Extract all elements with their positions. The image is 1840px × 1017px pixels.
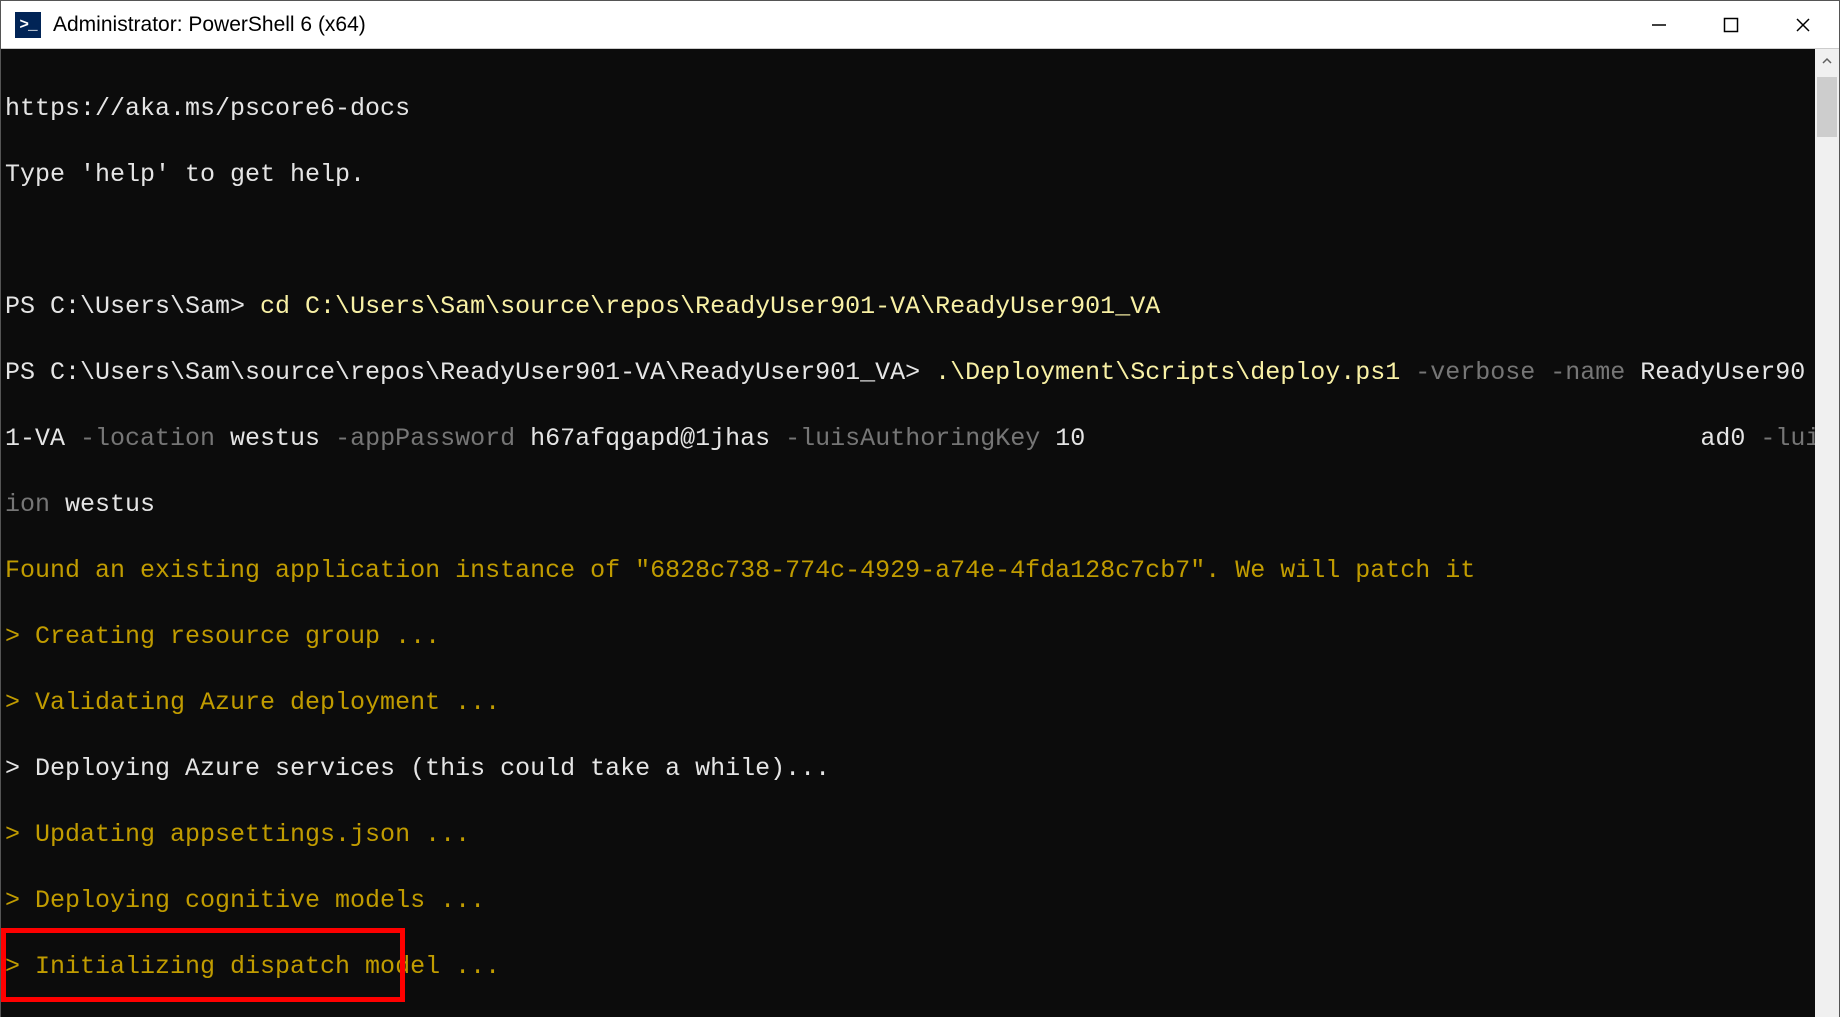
titlebar[interactable]: >_ Administrator: PowerShell 6 (x64) <box>1 1 1839 49</box>
powershell-window: >_ Administrator: PowerShell 6 (x64) htt… <box>0 0 1840 1017</box>
scroll-up-button[interactable] <box>1815 49 1839 73</box>
console-area[interactable]: https://aka.ms/pscore6-docs Type 'help' … <box>1 49 1839 1017</box>
chevron-up-icon <box>1822 56 1832 66</box>
close-button[interactable] <box>1767 1 1839 49</box>
minimize-button[interactable] <box>1623 1 1695 49</box>
output-line: ion westus <box>5 488 1815 521</box>
app-icon-glyph: >_ <box>19 16 36 34</box>
window-title: Administrator: PowerShell 6 (x64) <box>53 13 366 37</box>
maximize-icon <box>1722 16 1740 34</box>
output-line: Found an existing application instance o… <box>5 554 1815 587</box>
output-line: Type 'help' to get help. <box>5 158 1815 191</box>
output-line: > Initializing dispatch model ... <box>5 950 1815 983</box>
output-line: > Deploying cognitive models ... <box>5 884 1815 917</box>
output-line: > Creating resource group ... <box>5 620 1815 653</box>
output-line: > Validating Azure deployment ... <box>5 686 1815 719</box>
close-icon <box>1794 16 1812 34</box>
output-line: PS C:\Users\Sam\source\repos\ReadyUser90… <box>5 356 1815 389</box>
output-line <box>5 224 1815 257</box>
output-line: PS C:\Users\Sam> cd C:\Users\Sam\source\… <box>5 290 1815 323</box>
output-line: > Updating appsettings.json ... <box>5 818 1815 851</box>
console-output[interactable]: https://aka.ms/pscore6-docs Type 'help' … <box>1 49 1815 1017</box>
output-line: https://aka.ms/pscore6-docs <box>5 92 1815 125</box>
app-icon: >_ <box>15 12 41 38</box>
output-line: > Deploying Azure services (this could t… <box>5 752 1815 785</box>
scroll-thumb[interactable] <box>1817 77 1837 137</box>
maximize-button[interactable] <box>1695 1 1767 49</box>
output-line: 1-VA -location westus -appPassword h67af… <box>5 422 1815 455</box>
minimize-icon <box>1650 16 1668 34</box>
vertical-scrollbar[interactable] <box>1815 49 1839 1017</box>
